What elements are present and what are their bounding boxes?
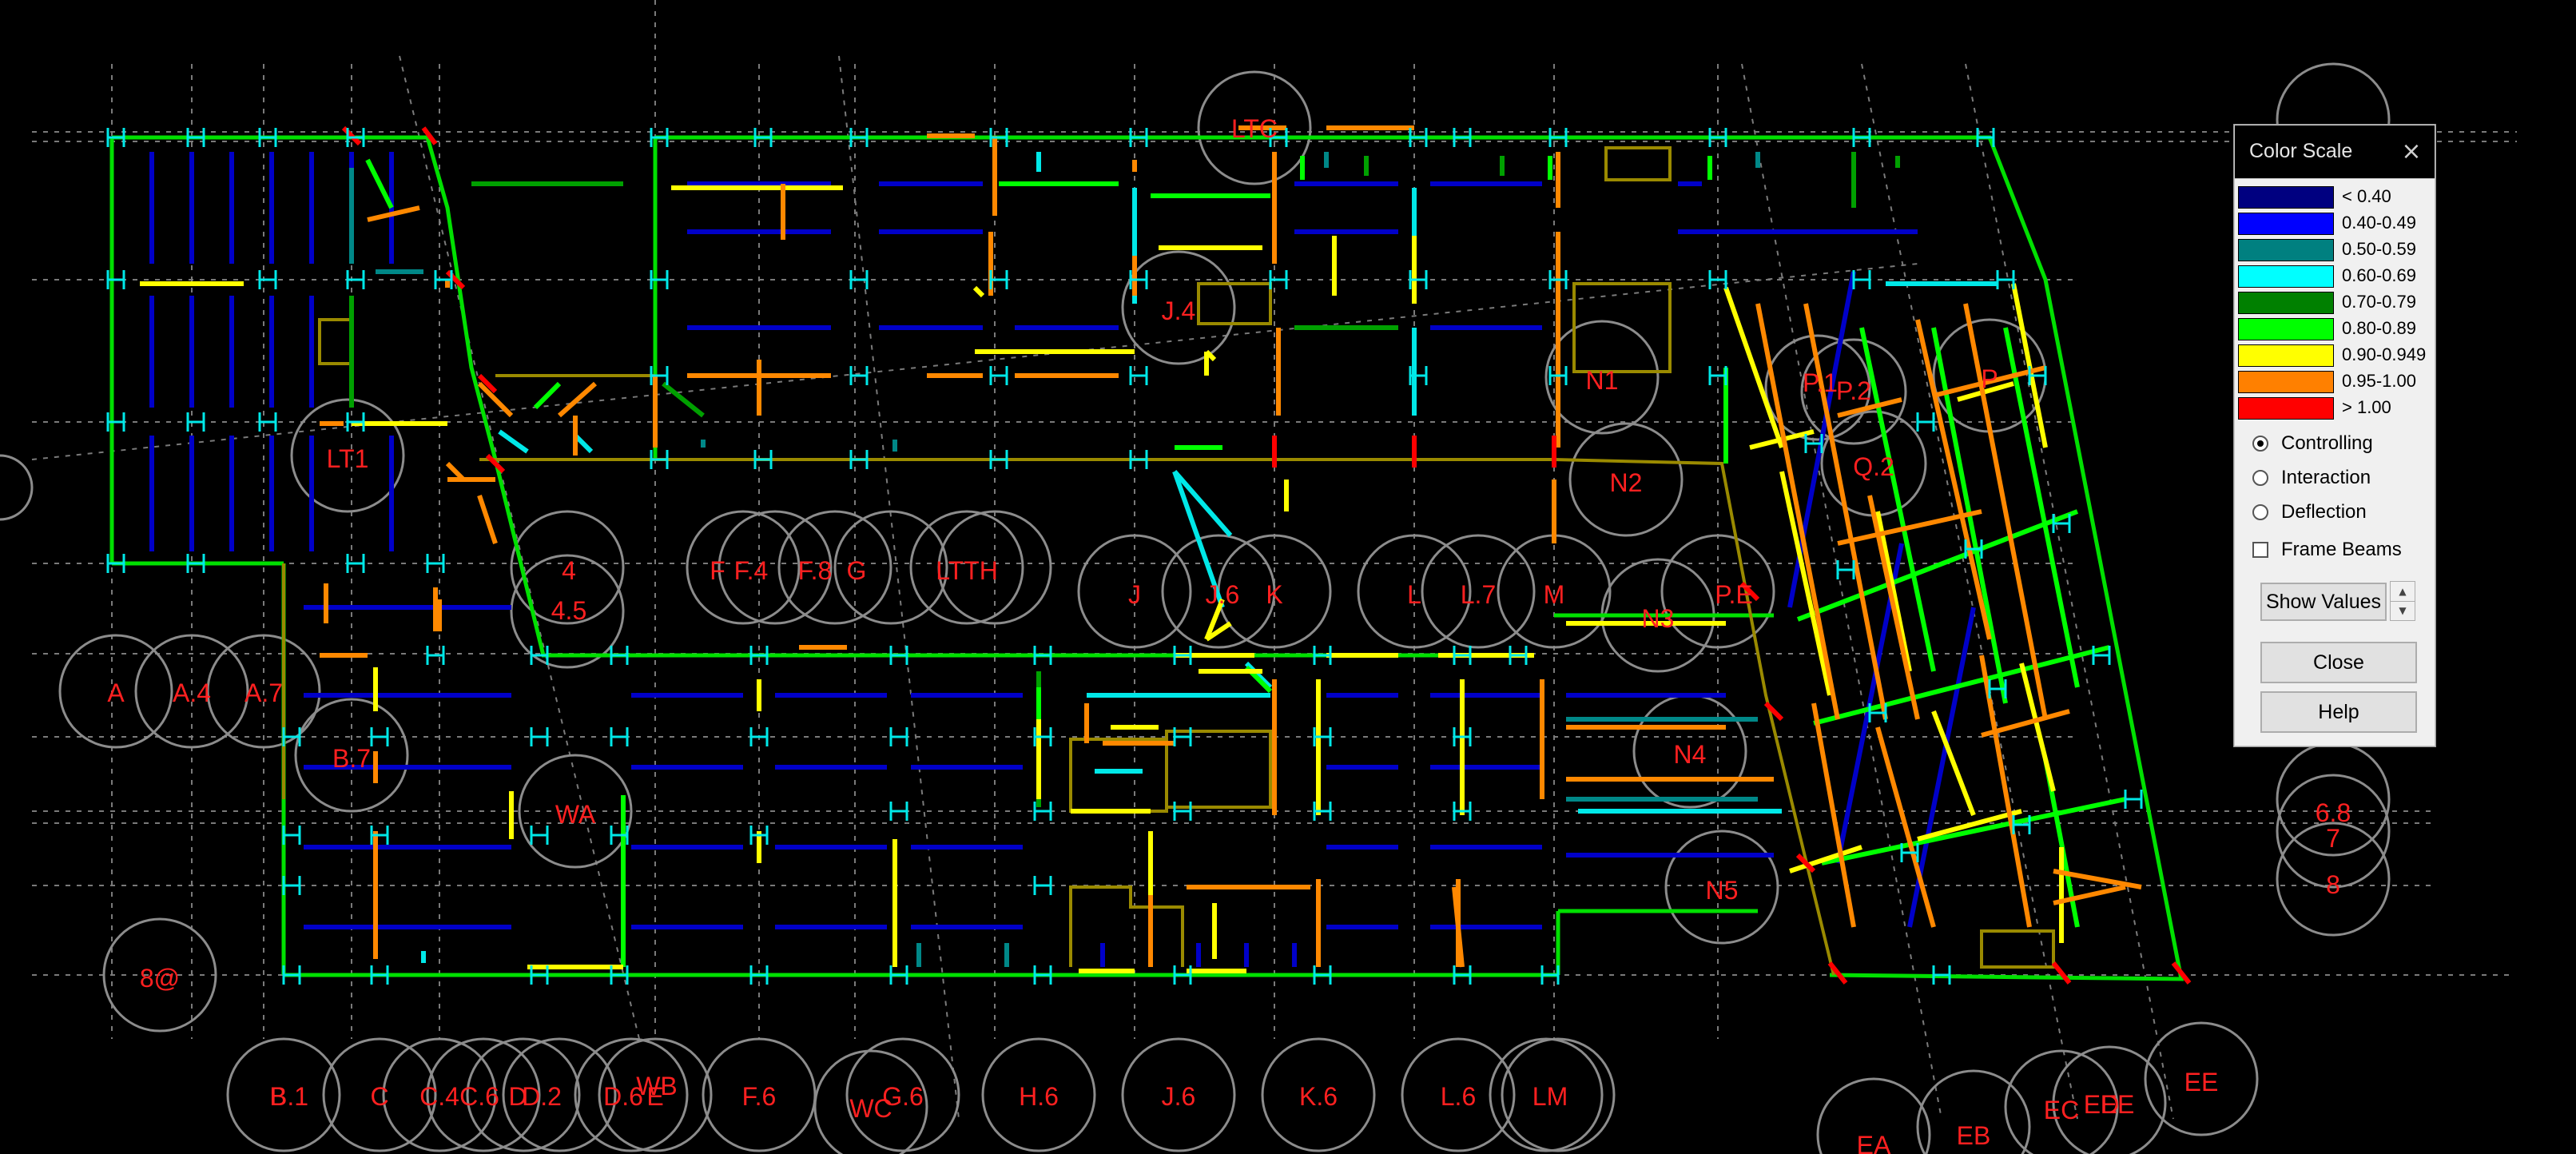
grid-label: EB bbox=[1957, 1121, 1991, 1150]
grid-label: C bbox=[370, 1082, 388, 1111]
grid-label: K bbox=[1266, 580, 1282, 609]
grid-label: A.7 bbox=[244, 678, 283, 707]
grid-label: H.6 bbox=[1019, 1082, 1059, 1111]
grid-label: G.6 bbox=[882, 1082, 924, 1111]
grid-label: D.2 bbox=[522, 1082, 562, 1111]
beams bbox=[140, 125, 2192, 985]
grid-label: A bbox=[107, 678, 125, 707]
grid-label: 7 bbox=[2326, 824, 2340, 853]
color-swatch bbox=[2238, 318, 2334, 340]
grid-label: WB bbox=[636, 1072, 678, 1100]
color-swatch bbox=[2238, 265, 2334, 288]
grid-label: K.6 bbox=[1299, 1082, 1338, 1111]
grid-label: P bbox=[1981, 364, 1998, 393]
grid-label: C.4 bbox=[419, 1082, 459, 1111]
scale-label: 0.60-0.69 bbox=[2342, 265, 2416, 285]
grid-label: N4 bbox=[1674, 740, 1707, 769]
scale-label: 0.40-0.49 bbox=[2342, 213, 2416, 233]
grid-label: F.6 bbox=[742, 1082, 777, 1111]
dialog-titlebar[interactable]: Color Scale × bbox=[2235, 125, 2435, 179]
grid-label: 8@ bbox=[140, 964, 180, 993]
grid-label: EE bbox=[2184, 1068, 2219, 1096]
grid-label: N1 bbox=[1586, 366, 1619, 395]
scale-label: 0.70-0.79 bbox=[2342, 292, 2416, 312]
grid-label: L bbox=[1407, 580, 1421, 609]
values-spinner[interactable]: ▲ ▼ bbox=[2390, 581, 2415, 621]
radio-label: Deflection bbox=[2281, 501, 2367, 523]
grid-label: N3 bbox=[1642, 604, 1675, 633]
grid-label: EC bbox=[2044, 1096, 2079, 1124]
grid-label: EE bbox=[2101, 1090, 2135, 1119]
grid-label: J.6 bbox=[1162, 1082, 1196, 1111]
grid-label: M bbox=[1544, 580, 1565, 609]
grid-label: J.6 bbox=[1206, 580, 1240, 609]
scale-label: > 1.00 bbox=[2342, 397, 2391, 417]
color-swatch bbox=[2238, 397, 2334, 420]
grid-label: WA bbox=[555, 800, 596, 829]
grid-label: LM bbox=[1532, 1082, 1568, 1111]
grid-label: B.7 bbox=[332, 744, 371, 773]
grid-label: G bbox=[847, 556, 867, 585]
secondary-outlines bbox=[282, 146, 2055, 976]
grid-label: A.4 bbox=[173, 678, 211, 707]
grid-label: EA bbox=[1857, 1131, 1891, 1154]
grid-label: LT1 bbox=[327, 444, 369, 473]
grid-label: N5 bbox=[1706, 876, 1739, 905]
grid-label: B.1 bbox=[270, 1082, 308, 1111]
scale-label: 0.80-0.89 bbox=[2342, 318, 2416, 338]
grid-label: LTTH bbox=[936, 556, 998, 585]
grid-label: F.8 bbox=[798, 556, 833, 585]
dialog-title: Color Scale bbox=[2249, 140, 2353, 162]
grid-label: N2 bbox=[1610, 468, 1643, 497]
color-swatch bbox=[2238, 239, 2334, 261]
show-values-button[interactable]: Show Values bbox=[2260, 583, 2387, 621]
help-button[interactable]: Help bbox=[2260, 691, 2417, 733]
color-swatch bbox=[2238, 344, 2334, 367]
grid-label: C.6 bbox=[459, 1082, 499, 1111]
grid-label: F bbox=[710, 556, 725, 585]
checkbox-label: Frame Beams bbox=[2281, 539, 2402, 560]
radio-button[interactable] bbox=[2252, 436, 2268, 452]
radio-button[interactable] bbox=[2252, 470, 2268, 486]
grid-label: P.E bbox=[1715, 580, 1752, 609]
scale-label: 0.50-0.59 bbox=[2342, 239, 2416, 259]
grid-label: L.7 bbox=[1461, 580, 1496, 609]
spinner-up-icon[interactable]: ▲ bbox=[2391, 582, 2415, 602]
grid-label: Q.2 bbox=[1853, 452, 1894, 481]
color-swatch bbox=[2238, 371, 2334, 393]
grid-label: 8 bbox=[2326, 870, 2340, 899]
grid-label: LTC bbox=[1231, 114, 1278, 143]
grid-label: P.1 bbox=[1803, 368, 1838, 397]
grid-label: J.4 bbox=[1162, 296, 1196, 325]
spinner-down-icon[interactable]: ▼ bbox=[2391, 601, 2415, 620]
grid-label: P.2 bbox=[1836, 376, 1871, 405]
radio-label: Controlling bbox=[2281, 432, 2373, 454]
grid-label: 6.8 bbox=[2316, 798, 2351, 827]
scale-label: 0.90-0.949 bbox=[2342, 344, 2427, 364]
close-button[interactable]: Close bbox=[2260, 642, 2417, 683]
close-icon[interactable]: × bbox=[2393, 135, 2430, 170]
scale-label: < 0.40 bbox=[2342, 186, 2391, 206]
radio-button[interactable] bbox=[2252, 504, 2268, 520]
grid-label: 4 bbox=[562, 556, 576, 585]
grid-label: 4.5 bbox=[551, 596, 586, 625]
color-swatch bbox=[2238, 186, 2334, 209]
color-swatch bbox=[2238, 213, 2334, 235]
checkbox[interactable] bbox=[2252, 542, 2268, 558]
structural-plan-canvas[interactable]: LTC LT1 J.4 N1 P.1 P.2 P Q.2 N2 4 4.5 F … bbox=[0, 0, 2576, 1154]
grid-label: L.6 bbox=[1441, 1082, 1476, 1111]
scale-label: 0.95-1.00 bbox=[2342, 371, 2416, 391]
color-swatch bbox=[2238, 292, 2334, 314]
radio-label: Interaction bbox=[2281, 467, 2371, 488]
grid-label: J bbox=[1128, 580, 1141, 609]
grid-label: F.4 bbox=[734, 556, 769, 585]
color-scale-dialog[interactable]: Color Scale × < 0.40 0.40-0.49 0.50-0.59… bbox=[2234, 125, 2435, 746]
